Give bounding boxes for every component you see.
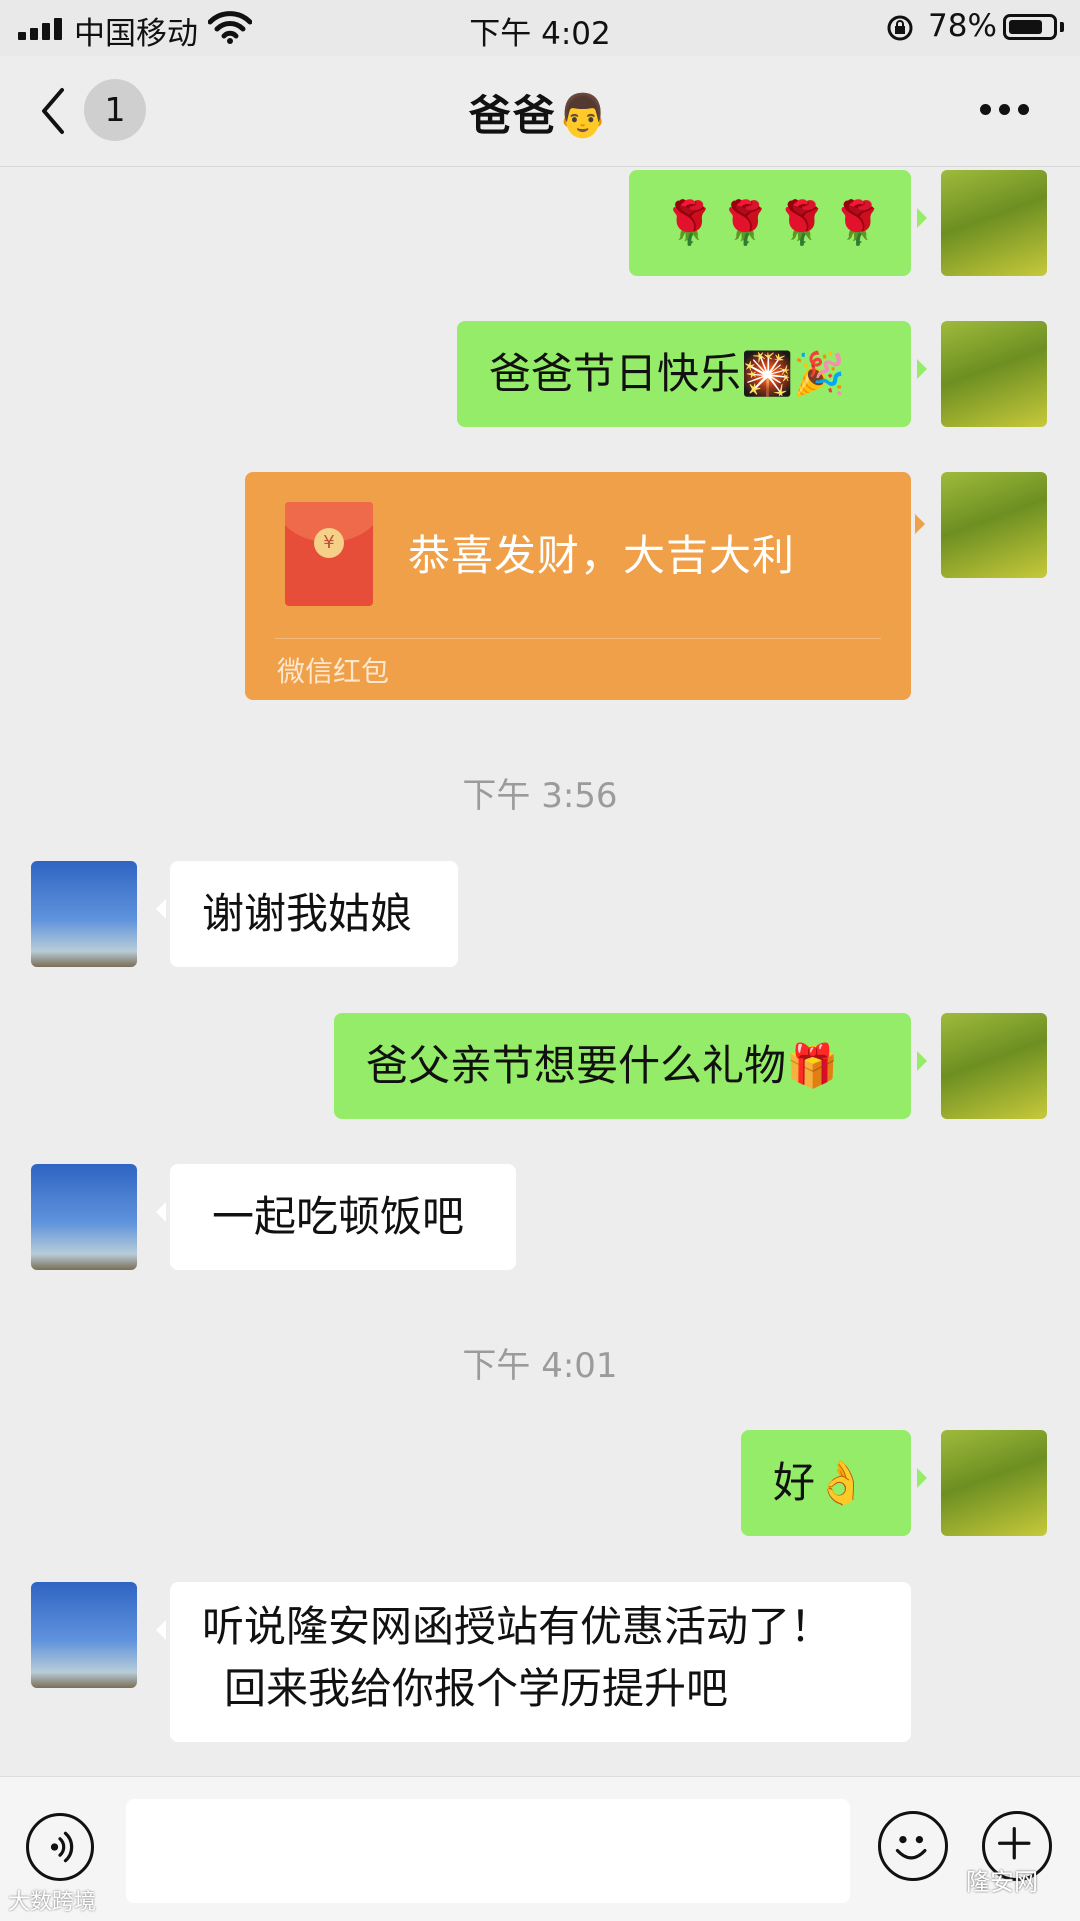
my-avatar[interactable] bbox=[941, 1430, 1047, 1536]
my-message-bubble[interactable]: 爸爸节日快乐🎇🎉 bbox=[457, 321, 927, 427]
my-message-bubble[interactable]: 好👌 bbox=[741, 1430, 927, 1536]
message-input[interactable] bbox=[126, 1799, 850, 1903]
rotation-lock-icon bbox=[887, 15, 913, 41]
contact-message-bubble[interactable]: 谢谢我姑娘 bbox=[156, 861, 458, 967]
my-avatar[interactable] bbox=[941, 472, 1047, 578]
chat-title: 爸爸👨 bbox=[468, 91, 612, 140]
battery-percent: 78% bbox=[928, 8, 997, 44]
my-message-bubble[interactable]: 爸父亲节想要什么礼物🎁 bbox=[334, 1013, 927, 1119]
my-message-bubble[interactable]: 🌹🌹🌹🌹 bbox=[629, 170, 927, 276]
red-packet-label: 微信红包 bbox=[277, 655, 390, 688]
message-text: 🌹🌹🌹🌹 bbox=[663, 198, 889, 247]
battery-icon bbox=[1003, 14, 1057, 40]
message-text: 爸爸节日快乐🎇🎉 bbox=[489, 349, 846, 398]
my-avatar[interactable] bbox=[941, 170, 1047, 276]
contact-avatar[interactable] bbox=[31, 1164, 137, 1270]
status-time: 下午 4:02 bbox=[469, 16, 611, 52]
my-avatar[interactable] bbox=[941, 1013, 1047, 1119]
red-envelope-icon: ¥ bbox=[285, 502, 373, 606]
message-text: 好👌 bbox=[773, 1458, 868, 1507]
watermark-left: 大数跨境 bbox=[8, 1890, 97, 1915]
message-text-line: 回来我给你报个学历提升吧 bbox=[224, 1664, 729, 1713]
contact-avatar[interactable] bbox=[31, 861, 137, 967]
status-bar: 中国移动 下午 4:02 78% bbox=[0, 0, 1080, 56]
voice-icon[interactable] bbox=[26, 1813, 94, 1881]
chat-header: 1 爸爸👨 bbox=[0, 56, 1080, 167]
emoji-icon[interactable] bbox=[878, 1811, 948, 1881]
more-options-icon[interactable] bbox=[980, 104, 1030, 118]
message-timestamp: 下午 4:01 bbox=[462, 1346, 618, 1386]
message-text: 爸父亲节想要什么礼物🎁 bbox=[366, 1041, 839, 1090]
battery-nub bbox=[1060, 22, 1064, 32]
message-text: 谢谢我姑娘 bbox=[202, 889, 413, 938]
red-packet-greeting: 恭喜发财，大吉大利 bbox=[408, 531, 796, 580]
contact-message-bubble[interactable]: 听说隆安网函授站有优惠活动了！ 回来我给你报个学历提升吧 bbox=[156, 1582, 911, 1742]
red-packet-message[interactable]: ¥ 恭喜发财，大吉大利 微信红包 bbox=[245, 472, 925, 700]
my-avatar[interactable] bbox=[941, 321, 1047, 427]
message-timestamp: 下午 3:56 bbox=[462, 776, 618, 816]
message-text: 一起吃顿饭吧 bbox=[212, 1192, 465, 1241]
contact-message-bubble[interactable]: 一起吃顿饭吧 bbox=[156, 1164, 516, 1270]
contact-avatar[interactable] bbox=[31, 1582, 137, 1688]
watermark-right: 隆安网 bbox=[966, 1868, 1038, 1896]
red-packet-divider bbox=[275, 638, 881, 639]
message-text-line: 听说隆安网函授站有优惠活动了！ bbox=[202, 1602, 833, 1651]
input-bar bbox=[0, 1776, 1080, 1921]
